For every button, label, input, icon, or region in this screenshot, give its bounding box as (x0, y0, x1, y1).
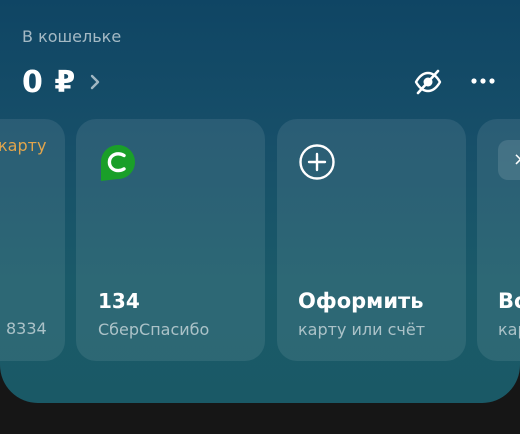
balance-row[interactable]: 0 ₽ (22, 62, 104, 102)
card-partial[interactable]: × Во кар (477, 119, 520, 361)
plus-circle-icon (298, 143, 336, 181)
wallet-label: В кошельке (22, 27, 122, 46)
sberspasibo-logo-icon (100, 144, 136, 182)
close-icon: × (513, 149, 520, 170)
sberspasibo-label: СберСпасибо (98, 320, 210, 339)
chevron-right-icon (90, 72, 104, 92)
balance-amount: 0 ₽ (22, 64, 76, 100)
card-bank-8334[interactable]: карту 8334 (0, 119, 65, 361)
card-sberspasibo[interactable]: 134 СберСпасибо (76, 119, 265, 361)
hide-balance-icon[interactable] (412, 66, 444, 98)
more-icon[interactable] (468, 66, 498, 96)
partial-card-subtitle: кар (498, 320, 520, 339)
card-link[interactable]: карту (0, 136, 46, 155)
order-subtitle: карту или счёт (298, 320, 426, 339)
wallet-panel: В кошельке 0 ₽ карту 8334 134 СберСпасиб… (0, 0, 520, 403)
card-order-new[interactable]: Оформить карту или счёт (277, 119, 466, 361)
order-title: Оформить (298, 289, 424, 313)
sberspasibo-points: 134 (98, 289, 140, 313)
card-number: 8334 (6, 319, 47, 338)
partial-card-title: Во (498, 289, 520, 313)
close-button[interactable]: × (498, 140, 520, 180)
